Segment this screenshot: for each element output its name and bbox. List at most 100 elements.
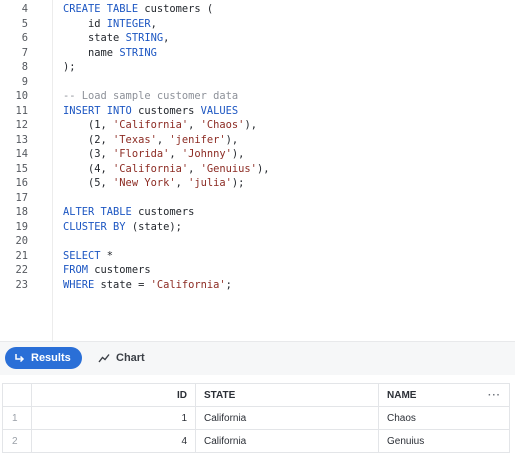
code-line[interactable]: 16 (5, 'New York', 'julia');: [0, 176, 515, 191]
sql-keyword: INTEGER: [106, 17, 151, 30]
code-line[interactable]: 8);: [0, 60, 515, 75]
code-line[interactable]: 20: [0, 234, 515, 249]
code-text[interactable]: name STRING: [63, 46, 157, 61]
sql-text: (4,: [63, 162, 114, 175]
code-text[interactable]: ALTER TABLE customers: [63, 205, 194, 220]
tab-chart-label: Chart: [116, 352, 145, 364]
cell-name[interactable]: Genuius: [378, 429, 510, 453]
sql-text: state =: [100, 278, 151, 291]
sql-string: 'Genuius': [200, 162, 257, 175]
results-grid: ID STATE NAME ··· 1 1 California Chaos 2…: [0, 375, 515, 465]
code-text[interactable]: (5, 'New York', 'julia');: [63, 176, 244, 191]
line-number: 12: [15, 119, 28, 131]
line-number: 17: [15, 191, 28, 204]
row-number: 1: [2, 406, 32, 430]
sql-text: ),: [244, 119, 257, 131]
sql-text: customers (: [144, 3, 214, 15]
sql-text: customers: [138, 206, 195, 218]
sql-text: ),: [256, 162, 270, 175]
code-line[interactable]: 4 CREATE TABLE customers (: [0, 2, 515, 17]
code-text[interactable]: );: [63, 60, 76, 75]
code-line[interactable]: 14 (3, 'Florida', 'Johnny'),: [0, 147, 515, 162]
sql-keyword: ALTER TABLE: [63, 206, 139, 218]
sql-keyword: CREATE TABLE: [63, 3, 145, 15]
sql-string: 'Florida': [113, 148, 170, 160]
line-number: 11: [15, 104, 28, 117]
line-number: 6: [21, 32, 28, 44]
code-text[interactable]: CLUSTER BY (state);: [63, 220, 182, 235]
line-number: 10: [15, 90, 28, 102]
code-line[interactable]: 17: [0, 191, 515, 206]
table-row[interactable]: 1 1 California Chaos: [2, 406, 510, 430]
code-line[interactable]: 21 SELECT *: [0, 249, 515, 264]
sql-string: 'California': [113, 162, 189, 175]
line-number: 9: [21, 75, 28, 88]
row-number: 2: [2, 429, 32, 453]
line-number: 7: [21, 46, 28, 59]
code-text[interactable]: (4, 'California', 'Genuius'),: [63, 162, 269, 177]
code-text[interactable]: (1, 'California', 'Chaos'),: [63, 118, 257, 133]
code-text[interactable]: CREATE TABLE customers (: [63, 2, 213, 17]
more-options-icon[interactable]: ···: [488, 390, 501, 401]
code-text[interactable]: WHERE state = 'California';: [63, 278, 232, 293]
sql-text: id: [63, 17, 107, 30]
sql-text: (5,: [63, 177, 114, 189]
sql-text: ,: [156, 133, 170, 146]
code-line[interactable]: 5 id INTEGER,: [0, 17, 515, 32]
line-number: 20: [15, 235, 28, 247]
row-number-header: [2, 383, 32, 407]
line-number: 13: [15, 133, 28, 146]
cell-state[interactable]: California: [195, 406, 379, 430]
code-line[interactable]: 10 -- Load sample customer data: [0, 89, 515, 104]
cell-state[interactable]: California: [195, 429, 379, 453]
sql-string: 'julia': [188, 177, 232, 189]
code-line[interactable]: 9: [0, 75, 515, 90]
code-line[interactable]: 11 INSERT INTO customers VALUES: [0, 104, 515, 119]
line-chart-icon: [98, 354, 110, 363]
column-header-state[interactable]: STATE: [195, 383, 379, 407]
sql-text: ,: [169, 148, 182, 160]
sql-text: );: [231, 177, 245, 189]
code-line[interactable]: 19 CLUSTER BY (state);: [0, 220, 515, 235]
table-header-row: ID STATE NAME ···: [2, 383, 510, 407]
code-text[interactable]: INSERT INTO customers VALUES: [63, 104, 238, 119]
cell-id[interactable]: 4: [31, 429, 196, 453]
code-text[interactable]: state STRING,: [63, 31, 169, 46]
cell-name[interactable]: Chaos: [378, 406, 510, 430]
sql-text: customers: [94, 264, 151, 276]
sql-string: 'Chaos': [200, 119, 245, 131]
code-text[interactable]: -- Load sample customer data: [63, 89, 238, 104]
sql-editor[interactable]: 4 CREATE TABLE customers (5 id INTEGER, 6 …: [0, 0, 515, 341]
code-line[interactable]: 18 ALTER TABLE customers: [0, 205, 515, 220]
line-number: 4: [21, 3, 28, 15]
code-line[interactable]: 7 name STRING: [0, 46, 515, 61]
sql-text: ,: [188, 162, 201, 175]
code-line[interactable]: 23 WHERE state = 'California';: [0, 278, 515, 293]
cell-id[interactable]: 1: [31, 406, 196, 430]
line-number: 18: [15, 206, 28, 218]
code-line[interactable]: 13 (2, 'Texas', 'jenifer'),: [0, 133, 515, 148]
code-text[interactable]: (2, 'Texas', 'jenifer'),: [63, 133, 238, 148]
sql-text: customers: [138, 104, 201, 117]
sql-text: ,: [163, 32, 170, 44]
code-text[interactable]: FROM customers: [63, 263, 151, 278]
code-line[interactable]: 12 (1, 'California', 'Chaos'),: [0, 118, 515, 133]
tab-chart[interactable]: Chart: [98, 347, 145, 369]
code-text[interactable]: SELECT *: [63, 249, 113, 264]
table-row[interactable]: 2 4 California Genuius: [2, 429, 510, 453]
sql-keyword: CLUSTER BY: [63, 220, 132, 233]
sql-keyword: STRING: [125, 32, 164, 44]
sql-string: 'Johnny': [181, 148, 232, 160]
code-text[interactable]: id INTEGER,: [63, 17, 157, 32]
code-line[interactable]: 6 state STRING,: [0, 31, 515, 46]
sql-keyword: STRING: [119, 46, 157, 59]
code-line[interactable]: 22 FROM customers: [0, 263, 515, 278]
sql-text: (state);: [131, 220, 182, 233]
line-number: 21: [15, 249, 28, 262]
column-header-name[interactable]: NAME ···: [378, 383, 510, 407]
column-header-id[interactable]: ID: [31, 383, 196, 407]
line-number: 15: [15, 162, 28, 175]
code-text[interactable]: (3, 'Florida', 'Johnny'),: [63, 147, 244, 162]
code-line[interactable]: 15 (4, 'California', 'Genuius'),: [0, 162, 515, 177]
tab-results[interactable]: Results: [5, 347, 82, 369]
